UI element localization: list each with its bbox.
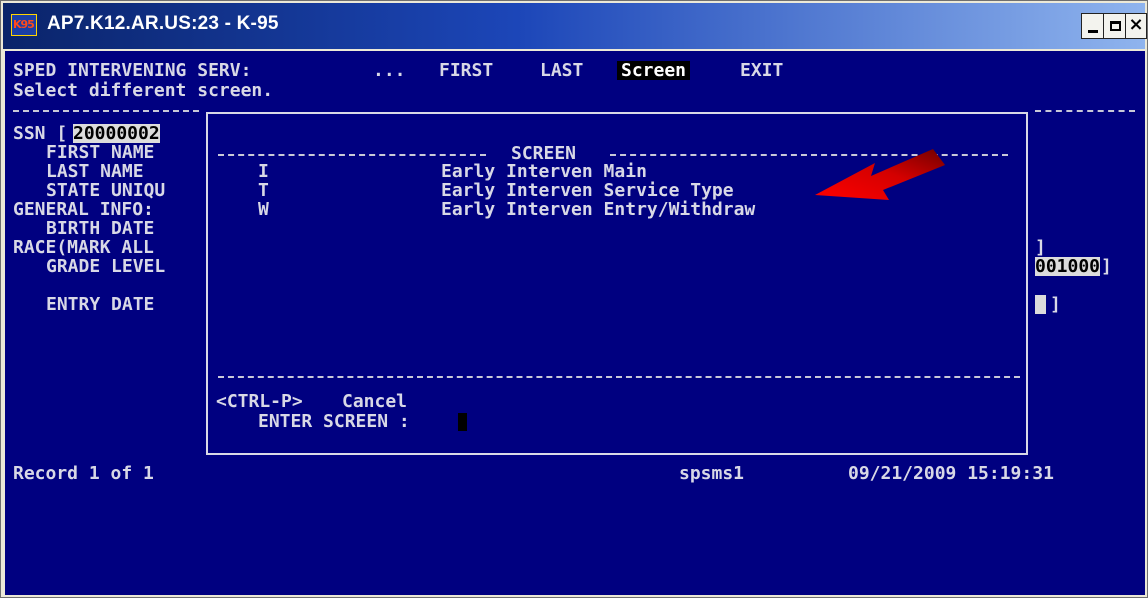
title-bar[interactable]: K95 AP7.K12.AR.US:23 - K-95 × bbox=[3, 3, 1147, 49]
last-name-label: LAST NAME bbox=[46, 161, 144, 182]
dialog-bottom-rule bbox=[218, 376, 1020, 378]
option-early-interven-service-type[interactable]: Early Interven Service Type bbox=[441, 181, 734, 200]
terminal-screen[interactable]: SPED INTERVENING SERV: ... FIRST LAST Sc… bbox=[5, 51, 1145, 595]
option-early-interven-entry-withdraw[interactable]: Early Interven Entry/Withdraw bbox=[441, 200, 755, 219]
input-cursor[interactable] bbox=[458, 413, 467, 431]
dialog-title-rule-left bbox=[218, 154, 486, 156]
option-key-t[interactable]: T bbox=[258, 181, 269, 200]
user-id: spsms1 bbox=[679, 463, 745, 484]
state-unique-label: STATE UNIQU bbox=[46, 180, 166, 201]
program-title: SPED INTERVENING SERV: bbox=[13, 60, 252, 81]
close-icon: × bbox=[1128, 14, 1144, 35]
ssn-field[interactable]: 20000002 bbox=[73, 124, 160, 143]
k95-app-icon[interactable]: K95 bbox=[11, 14, 37, 36]
terminal-window: K95 AP7.K12.AR.US:23 - K-95 × SPED INTER… bbox=[0, 0, 1148, 598]
grade-field-bracket: ] bbox=[1101, 256, 1112, 277]
birth-date-label: BIRTH DATE bbox=[46, 218, 155, 239]
entry-date-field[interactable] bbox=[1035, 295, 1046, 314]
grade-level-label: GRADE LEVEL bbox=[46, 256, 166, 277]
cancel-option[interactable]: Cancel bbox=[342, 392, 407, 411]
entry-field-bracket: ] bbox=[1050, 294, 1061, 315]
enter-screen-prompt: ENTER SCREEN : bbox=[258, 411, 410, 432]
menu-more[interactable]: ... bbox=[373, 61, 406, 80]
option-key-i[interactable]: I bbox=[258, 162, 269, 181]
general-info-label: GENERAL INFO: bbox=[13, 199, 154, 220]
record-status: Record 1 of 1 bbox=[13, 463, 154, 484]
app-icon-label: K95 bbox=[13, 18, 35, 31]
separator-left bbox=[13, 110, 199, 112]
race-field-bracket: ] bbox=[1035, 237, 1046, 258]
option-key-w[interactable]: W bbox=[258, 200, 269, 219]
red-arrow-annotation-icon bbox=[815, 149, 945, 200]
first-name-label: FIRST NAME bbox=[46, 142, 155, 163]
grade-level-field[interactable]: 001000 bbox=[1035, 257, 1101, 276]
maximize-icon bbox=[1109, 21, 1121, 31]
ssn-label: SSN [ bbox=[13, 123, 68, 144]
entry-date-label: ENTRY DATE bbox=[46, 294, 155, 315]
maximize-button[interactable] bbox=[1103, 13, 1127, 39]
menu-first[interactable]: FIRST bbox=[439, 61, 493, 80]
minimize-icon bbox=[1088, 29, 1098, 33]
menu-screen[interactable]: Screen bbox=[617, 61, 691, 80]
option-early-interven-main[interactable]: Early Interven Main bbox=[441, 162, 647, 181]
menu-prompt: Select different screen. bbox=[13, 80, 274, 101]
cancel-key-hint: <CTRL-P> bbox=[216, 391, 303, 412]
separator-right bbox=[1035, 110, 1135, 112]
window-title: AP7.K12.AR.US:23 - K-95 bbox=[47, 13, 279, 34]
datetime: 09/21/2009 15:19:31 bbox=[848, 463, 1054, 484]
race-label: RACE(MARK ALL bbox=[13, 237, 154, 258]
minimize-button[interactable] bbox=[1081, 13, 1105, 39]
close-button[interactable]: × bbox=[1125, 13, 1147, 39]
menu-exit[interactable]: EXIT bbox=[740, 61, 783, 80]
menu-last[interactable]: LAST bbox=[540, 61, 583, 80]
